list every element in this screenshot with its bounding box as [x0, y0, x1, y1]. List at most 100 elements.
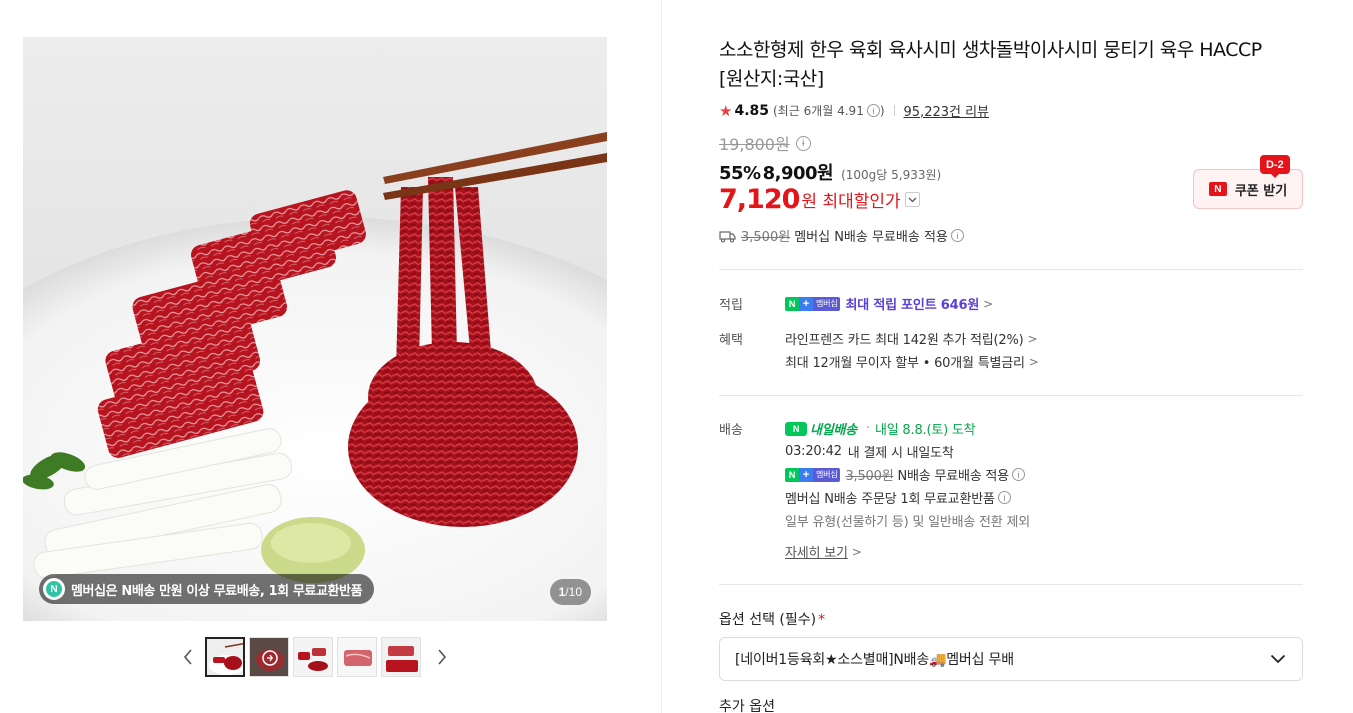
discount-rate: 55%	[719, 163, 761, 184]
badge-plus: +	[799, 296, 813, 311]
benefit-label: 혜택	[719, 333, 743, 348]
chevron-left-icon	[183, 649, 192, 665]
thumbnail-3[interactable]	[293, 637, 333, 677]
membership-icon-letter: N	[46, 581, 62, 597]
section-divider	[719, 584, 1303, 585]
prev-image-button[interactable]	[177, 637, 199, 677]
recent-rating: (최근 6개월 4.91	[773, 104, 864, 118]
points-row[interactable]: N + 멤버십 최대 적립 포인트 646원 >	[785, 294, 993, 313]
product-title: 소소한형제 한우 육회 육사시미 생차돌박이사시미 뭉티기 육우 HACCP […	[719, 39, 1262, 90]
card-benefit-row[interactable]: 라인프렌즈 카드 최대 142원 추가 적립(2%) >	[785, 329, 1038, 349]
naver-plus-membership-badge: N + 멤버십	[785, 296, 841, 311]
delivery-truck-icon: N	[785, 421, 807, 436]
points-label: 적립	[719, 298, 743, 313]
truck-icon	[719, 230, 736, 243]
rating-row: ★ 4.85 (최근 6개월 4.91 i ) 95,223건 리뷰	[719, 101, 990, 121]
nextday-delivery-row: N 내일배송 · 내일 8.8.(토) 도착	[785, 419, 976, 438]
badge-membership: 멤버십	[813, 296, 841, 311]
badge-n: N	[785, 467, 799, 482]
product-gallery: N 멤버십은 N배송 만원 이상 무료배송, 1회 무료교환반품 1 / 10	[0, 0, 662, 713]
max-points-link: 최대 적립 포인트 646원	[845, 298, 980, 313]
main-product-image[interactable]: N 멤버십은 N배송 만원 이상 무료배송, 1회 무료교환반품 1 / 10	[23, 37, 607, 621]
price-info-icon[interactable]: i	[795, 135, 811, 151]
dot-separator: ·	[866, 421, 870, 436]
section-divider	[719, 269, 1303, 270]
original-price: 19,800원 i	[719, 131, 811, 155]
counter-current: 1	[558, 585, 566, 599]
max-discount-label: 원 최대할인가	[801, 192, 901, 212]
installment-row[interactable]: 최대 12개월 무이자 할부 • 60개월 특별금리 >	[785, 352, 1039, 372]
original-shipping-fee: 3,500원	[845, 469, 894, 484]
sale-price: 8,900원	[762, 163, 834, 184]
image-counter: 1 / 10	[549, 579, 591, 605]
chevron-right-icon: >	[1027, 331, 1038, 346]
shipping-info-icon[interactable]: i	[950, 229, 964, 242]
delivery-detail-link[interactable]: 자세히 보기	[785, 542, 848, 561]
chevron-down-icon[interactable]	[904, 192, 920, 207]
countdown-text: 내 결제 시 내일도착	[847, 446, 954, 461]
chevron-right-icon: >	[1028, 354, 1039, 369]
free-shipping-text: N배송 무료배송 적용	[897, 469, 1009, 484]
exclusion-text: 일부 유형(선물하기 등) 및 일반배송 전환 제외	[785, 515, 1031, 530]
coupon-button[interactable]: D-2 N 쿠폰 받기	[1193, 155, 1303, 209]
thumbnail-strip	[177, 637, 453, 677]
card-benefit-text: 라인프렌즈 카드 최대 142원 추가 적립(2%)	[785, 333, 1024, 348]
installment-text: 최대 12개월 무이자 할부 • 60개월 특별금리	[785, 356, 1025, 371]
delivery-label: 배송	[719, 423, 743, 438]
shipping-free-text: 멤버십 N배송 무료배송 적용	[794, 230, 948, 245]
shipping-original-fee: 3,500원	[741, 230, 791, 245]
max-discount-row[interactable]: 7,120 원 최대할인가	[719, 184, 920, 215]
order-countdown: 03:20:42	[785, 444, 842, 459]
chevron-right-icon: >	[851, 544, 862, 559]
nextday-delivery-badge: N 내일배송	[785, 419, 857, 438]
naver-plus-membership-badge: N + 멤버십	[785, 467, 841, 482]
chevron-right-icon: >	[983, 296, 993, 311]
sale-price-row: 55% 8,900원 (100g당 5,933원)	[719, 159, 941, 185]
section-divider	[719, 395, 1303, 396]
chevron-down-icon	[1270, 654, 1286, 664]
free-return-row: 멤버십 N배송 주문당 1회 무료교환반품 i	[785, 488, 1011, 507]
free-shipping-row: N + 멤버십 3,500원 N배송 무료배송 적용 i	[785, 465, 1025, 484]
membership-promo-text: 멤버십은 N배송 만원 이상 무료배송, 1회 무료교환반품	[71, 583, 363, 599]
option-select[interactable]: [네이버1등육회★소스별매]N배송🚚멤버십 무배	[719, 637, 1303, 681]
thumbnail-2[interactable]	[249, 637, 289, 677]
countdown-row: 03:20:42 내 결제 시 내일도착	[785, 442, 954, 461]
counter-separator: /	[565, 585, 569, 599]
nextday-badge-text: 내일배송	[810, 423, 858, 438]
required-mark: *	[818, 612, 826, 628]
next-image-button[interactable]	[431, 637, 453, 677]
chevron-right-icon	[438, 649, 447, 665]
coupon-label: 쿠폰 받기	[1234, 183, 1288, 199]
exclusion-row: 일부 유형(선물하기 등) 및 일반배송 전환 제외	[785, 511, 1030, 530]
option-label: 옵션 선택 (필수) *	[719, 609, 825, 629]
shipping-summary: 3,500원 멤버십 N배송 무료배송 적용 i	[719, 226, 964, 245]
beef-tartare-photo	[23, 37, 607, 621]
option-selected-value: [네이버1등육회★소스별매]N배송🚚멤버십 무배	[735, 652, 1014, 668]
delivery-detail-row[interactable]: 자세히 보기 >	[785, 542, 862, 562]
info-icon[interactable]: i	[1011, 468, 1025, 481]
addon-option-label: 추가 옵션	[719, 699, 775, 713]
dday-badge: D-2	[1260, 155, 1290, 178]
review-count-link[interactable]: 95,223건 리뷰	[904, 101, 990, 120]
star-icon: ★	[719, 101, 733, 120]
unit-price: (100g당 5,933원)	[841, 168, 942, 182]
membership-promo-pill: N 멤버십은 N배송 만원 이상 무료배송, 1회 무료교환반품	[39, 574, 375, 604]
arrival-date: 내일 8.8.(토) 도착	[874, 423, 976, 438]
original-price-value: 19,800원	[719, 135, 790, 154]
thumbnail-5[interactable]	[381, 637, 421, 677]
option-label-text: 옵션 선택 (필수)	[719, 612, 817, 628]
recent-rating-close: )	[879, 103, 885, 118]
max-discount-price: 7,120	[719, 184, 800, 215]
info-icon[interactable]: i	[997, 491, 1011, 504]
rating-value: 4.85	[734, 102, 769, 119]
counter-total: 10	[568, 585, 582, 599]
thumbnail-4[interactable]	[337, 637, 377, 677]
free-return-text: 멤버십 N배송 주문당 1회 무료교환반품	[785, 492, 995, 507]
divider	[893, 105, 895, 116]
badge-membership: 멤버십	[813, 467, 841, 482]
naver-logo-icon: N	[1208, 182, 1227, 196]
info-icon[interactable]: i	[866, 104, 880, 117]
naver-membership-icon: N	[43, 578, 65, 600]
thumbnail-1[interactable]	[205, 637, 245, 677]
badge-plus: +	[799, 467, 813, 482]
